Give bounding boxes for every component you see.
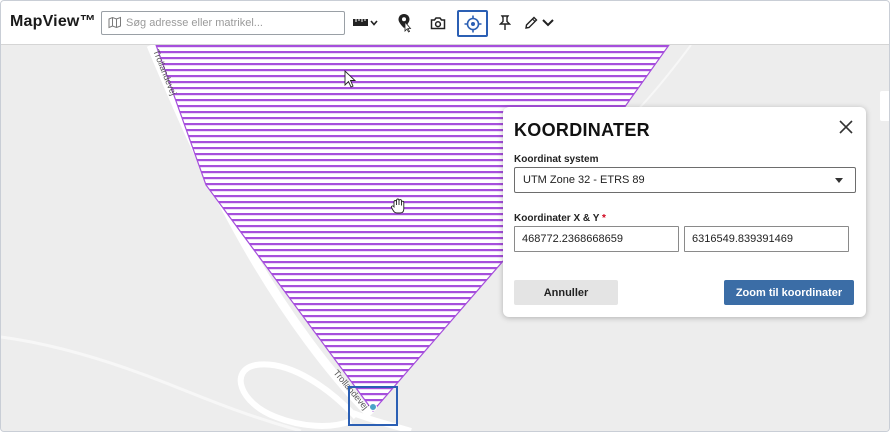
y-coordinate-value: 6316549.839391469 — [692, 233, 793, 245]
map-pin-cursor-icon — [398, 14, 412, 33]
search-input[interactable] — [126, 14, 338, 32]
search-box[interactable] — [101, 11, 345, 35]
pushpin-tool-button[interactable] — [498, 11, 512, 35]
coordinate-system-label: Koordinat system — [514, 154, 599, 165]
coordinate-point[interactable] — [369, 403, 377, 411]
close-icon[interactable] — [838, 119, 854, 135]
toolbar: MapView™ — [1, 1, 889, 45]
screenshot-tool-button[interactable] — [429, 11, 447, 35]
coordinates-tool-button[interactable] — [457, 10, 488, 37]
coordinate-system-select[interactable]: UTM Zone 32 - ETRS 89 — [514, 167, 856, 193]
x-coordinate-value: 468772.2368668659 — [522, 233, 623, 245]
side-panel-tab[interactable] — [880, 91, 889, 121]
measure-tool-button[interactable] — [352, 11, 380, 35]
draw-tool-button[interactable] — [523, 11, 557, 35]
y-coordinate-input[interactable]: 6316549.839391469 — [684, 226, 849, 252]
pin-cursor-tool-button[interactable] — [395, 11, 415, 35]
dialog-title: KOORDINATER — [514, 120, 650, 140]
required-marker: * — [602, 213, 606, 224]
coordinates-dialog: KOORDINATER Koordinat system UTM Zone 32… — [503, 107, 866, 317]
pencil-dropdown-icon — [525, 16, 554, 29]
zoom-to-coordinates-button[interactable]: Zoom til koordinater — [724, 280, 854, 305]
coordinate-system-value: UTM Zone 32 - ETRS 89 — [523, 174, 645, 186]
ruler-icon — [353, 19, 378, 26]
coordinates-xy-label-text: Koordinater X & Y — [514, 213, 600, 224]
chevron-down-icon — [835, 178, 843, 183]
app-window: Trollandevej Trollandevej MapView™ Søg a… — [0, 0, 890, 432]
pushpin-icon — [499, 15, 511, 30]
camera-icon — [430, 17, 446, 30]
app-title: MapView™ — [10, 13, 96, 30]
crosshair-target-icon — [464, 15, 481, 32]
map-search-icon — [108, 16, 122, 34]
x-coordinate-input[interactable]: 468772.2368668659 — [514, 226, 679, 252]
coordinates-xy-label: Koordinater X & Y * — [514, 213, 606, 224]
cancel-button[interactable]: Annuller — [514, 280, 618, 305]
